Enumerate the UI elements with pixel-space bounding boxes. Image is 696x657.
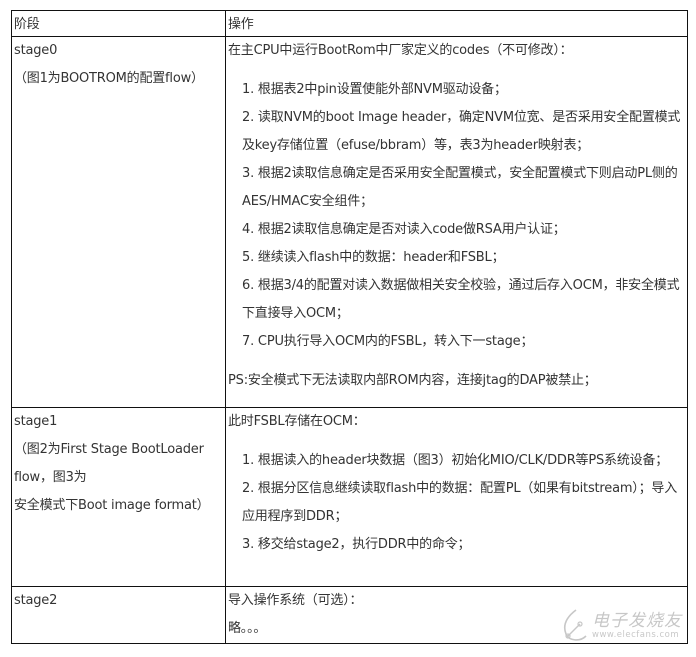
operation-step: 4. 根据2读取信息确定是否对读入code做RSA用户认证； xyxy=(242,222,566,237)
watermark-title: 电子发烧友 xyxy=(592,611,682,631)
stage-name: stage0 xyxy=(14,43,58,58)
operation-step: 1. 根据表2中pin设置使能外部NVM驱动设备； xyxy=(242,82,507,97)
operation-step: 5. 继续读入flash中的数据：header和FSBL； xyxy=(242,250,505,265)
stage-note: （图1为BOOTROM的配置flow） xyxy=(14,71,204,86)
operation-step: 6. 根据3/4的配置对读入数据做相关安全校验，通过后存入OCM，非安全模式下直… xyxy=(242,278,680,321)
stage-note: 安全模式下Boot image format） xyxy=(14,498,210,513)
stage-note: （图2为First Stage BootLoader xyxy=(14,442,204,457)
header-operation: 操作 xyxy=(225,10,688,37)
operation-step: 3. 根据2读取信息确定是否采用安全配置模式，安全配置模式下则启动PL侧的AES… xyxy=(242,166,678,209)
operation-step: 3. 移交给stage2，执行DDR中的命令； xyxy=(242,537,471,552)
stage-cell: stage2 xyxy=(11,586,226,644)
boot-stages-table: 阶段 操作 stage0 （图1为BOOTROM的配置flow） 在主CPU中运… xyxy=(11,10,688,644)
watermark-url: www.elecfans.com xyxy=(592,630,680,640)
stage-name: stage2 xyxy=(14,593,58,608)
operation-intro: 此时FSBL存储在OCM： xyxy=(228,414,366,429)
operation-step: 2. 读取NVM的boot Image header，确定NVM位宽、是否采用安… xyxy=(242,110,681,153)
operation-intro: 在主CPU中运行BootRom中厂家定义的codes（不可修改）： xyxy=(228,43,573,58)
operation-step: 2. 根据分区信息继续读取flash中的数据：配置PL（如果有bitstream… xyxy=(242,481,678,524)
elecfans-logo-icon xyxy=(563,609,587,641)
stage-name: stage1 xyxy=(14,414,58,429)
table-row-stage1: stage1 （图2为First Stage BootLoader flow，图… xyxy=(11,407,688,587)
operation-cell: 此时FSBL存储在OCM： 1. 根据读入的header块数据（图3）初始化MI… xyxy=(225,407,688,587)
table-row-stage0: stage0 （图1为BOOTROM的配置flow） 在主CPU中运行BootR… xyxy=(11,36,688,408)
stage-note: flow，图3为 xyxy=(14,470,87,485)
operation-cell: 在主CPU中运行BootRom中厂家定义的codes（不可修改）： 1. 根据表… xyxy=(225,36,688,408)
watermark: 电子发烧友 www.elecfans.com xyxy=(560,606,688,646)
stage-cell: stage1 （图2为First Stage BootLoader flow，图… xyxy=(11,407,226,587)
operation-note: PS:安全模式下无法读取内部ROM内容，连接jtag的DAP被禁止； xyxy=(228,373,597,388)
operation-step: 7. CPU执行导入OCM内的FSBL，转入下一stage； xyxy=(242,334,534,349)
header-stage: 阶段 xyxy=(11,10,226,37)
stage-cell: stage0 （图1为BOOTROM的配置flow） xyxy=(11,36,226,408)
table-header-row: 阶段 操作 xyxy=(11,10,688,37)
operation-step: 1. 根据读入的header块数据（图3）初始化MIO/CLK/DDR等PS系统… xyxy=(242,453,669,468)
